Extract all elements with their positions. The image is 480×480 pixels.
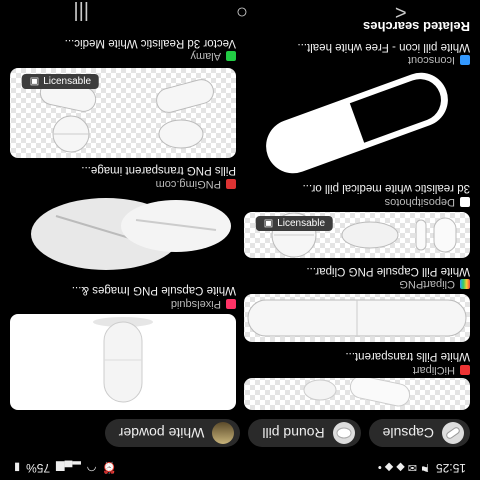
result-image[interactable] (244, 294, 470, 342)
result-image[interactable]: ▣ Licensable (244, 212, 470, 258)
nav-bar: < ○ ||| (0, 0, 480, 24)
back-button[interactable]: < (395, 1, 407, 24)
suggestion-chips: Capsule Round pill White powder (0, 414, 480, 452)
clock: 15:25 (435, 461, 466, 475)
result-title[interactable]: Pills PNG transparent image... (10, 164, 236, 176)
recents-button[interactable]: ||| (73, 1, 89, 24)
result-title[interactable]: White Capsule PNG Images &... (10, 284, 236, 296)
result-image[interactable] (244, 378, 470, 410)
licensable-badge: ▣ Licensable (256, 216, 334, 231)
hiclipart-favicon-icon (460, 365, 470, 375)
iconscout-favicon-icon (460, 55, 470, 65)
powder-thumb-icon (212, 422, 235, 444)
result-source: HiClipart (413, 364, 470, 376)
result-image[interactable] (244, 72, 470, 174)
result-source: Alamy (190, 50, 236, 62)
result-source: ClipartPNG (399, 278, 470, 290)
tag-icon: ▣ (30, 76, 40, 87)
wifi-icon: ◠ (86, 461, 97, 474)
result-image[interactable] (10, 194, 236, 276)
result-title[interactable]: 3d realistic white medical pill or... (244, 182, 470, 194)
chip-label: White powder (118, 425, 205, 441)
chip-round-pill[interactable]: Round pill (248, 419, 361, 447)
chip-white-powder[interactable]: White powder (104, 419, 241, 447)
chip-label: Round pill (262, 425, 325, 441)
result-image[interactable]: ▣ Licensable (10, 68, 236, 158)
battery-percent: 75% (26, 461, 51, 475)
licensable-badge: ▣ Licensable (22, 74, 100, 89)
result-title[interactable]: White pill icon - Free white healt... (244, 41, 470, 53)
tag-icon: ▣ (264, 218, 274, 229)
notification-icons: ⚑ ✉ ◆ ◆ • (377, 461, 430, 474)
clipartpng-favicon-icon (460, 279, 470, 289)
pngimg-favicon-icon (226, 179, 236, 189)
result-title[interactable]: White Pill Capsule PNG Clipar... (244, 265, 470, 277)
chip-label: Capsule (382, 425, 434, 441)
alarm-icon: ⏰ (102, 461, 117, 474)
result-source: PNGimg.com (156, 178, 236, 190)
status-bar: 15:25 ⚑ ✉ ◆ ◆ • ⏰ ◠ ▂▄▆ 75% ▮ (0, 456, 480, 480)
result-image[interactable] (10, 314, 236, 410)
depositphotos-favicon-icon (460, 197, 470, 207)
alamy-favicon-icon (226, 51, 236, 61)
home-button[interactable]: ○ (236, 1, 248, 24)
result-source: Iconscout (408, 54, 470, 66)
result-source: Pixelsquid (171, 298, 236, 310)
signal-icon: ▂▄▆ (56, 461, 81, 474)
battery-icon: ▮ (14, 461, 21, 474)
result-title[interactable]: Vector 3d Realistic White Medic... (10, 37, 236, 49)
chip-capsule[interactable]: Capsule (368, 419, 470, 447)
pixelsquid-favicon-icon (226, 299, 236, 309)
round-pill-thumb-icon (332, 422, 355, 444)
capsule-thumb-icon (442, 422, 464, 444)
result-source: Depositphotos (385, 196, 470, 208)
result-title[interactable]: White Pills transparent... (244, 350, 470, 362)
